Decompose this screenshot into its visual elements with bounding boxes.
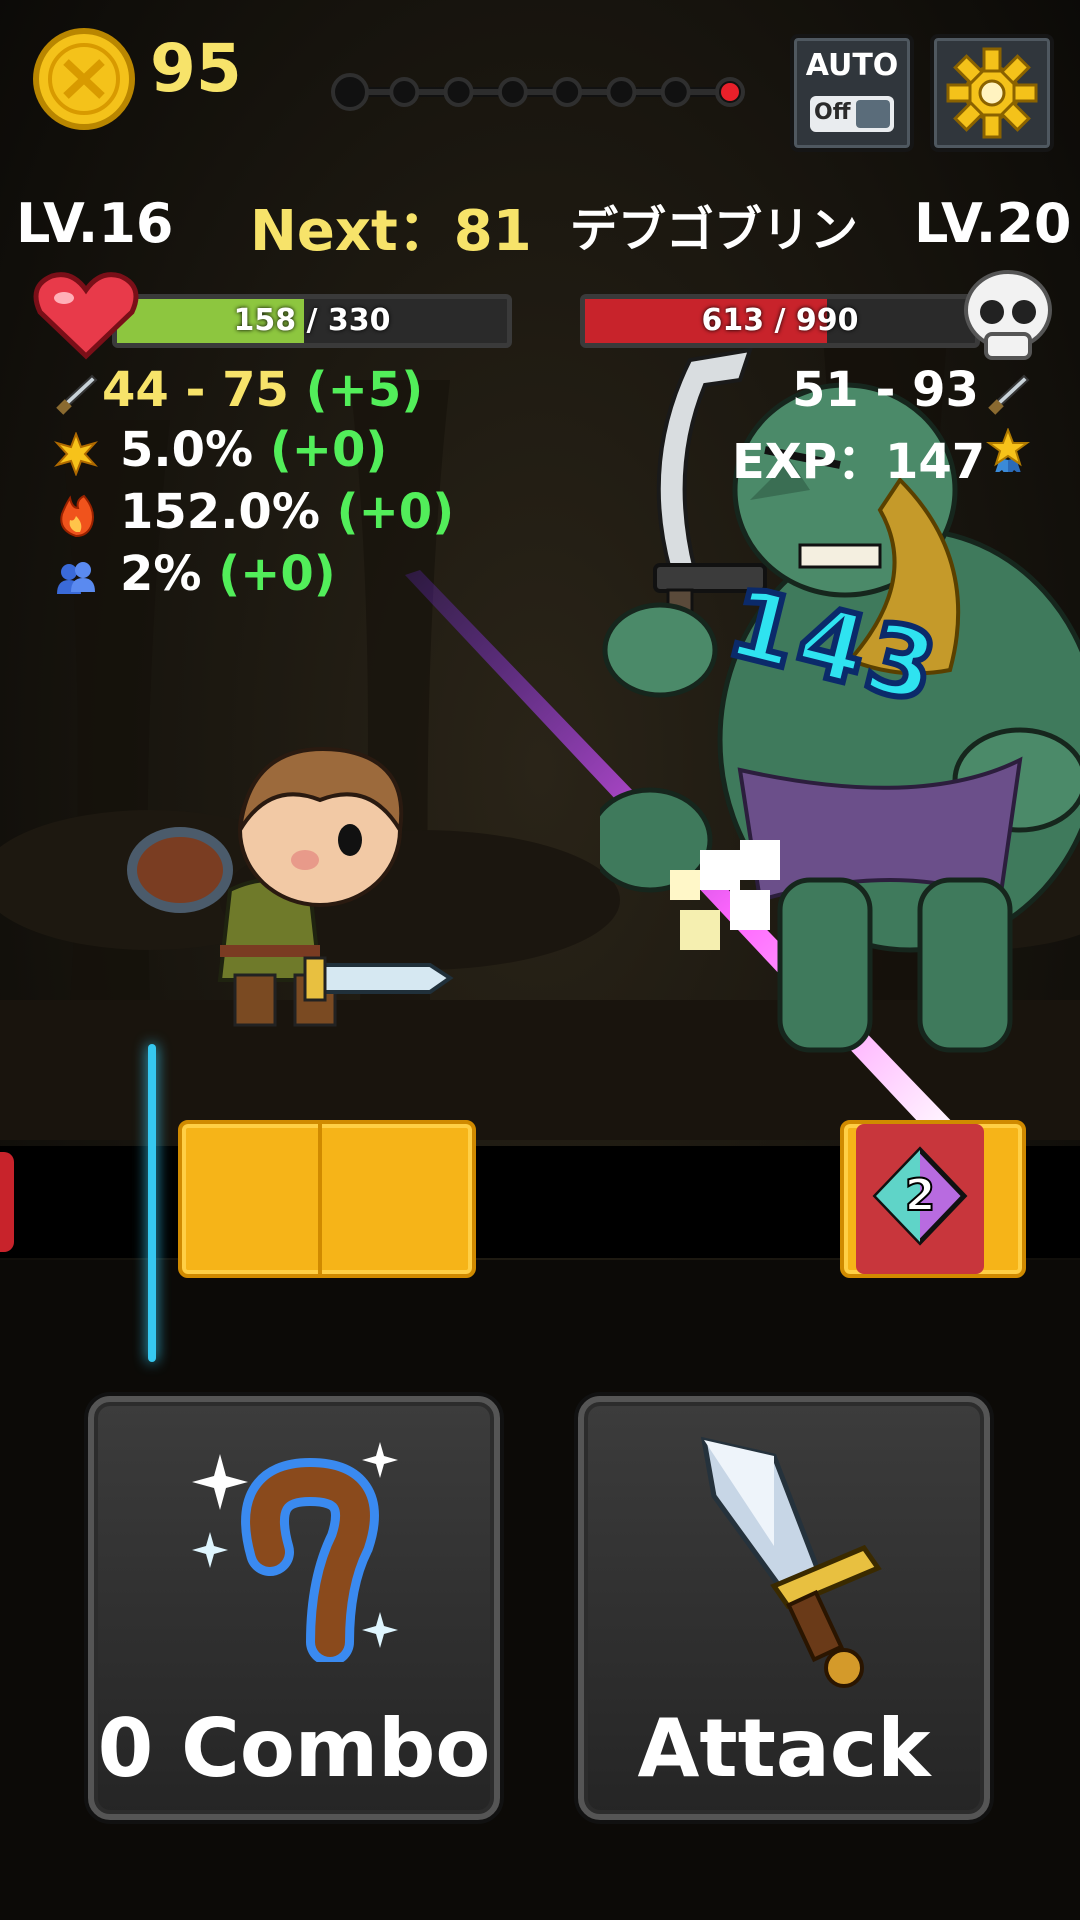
party-icon <box>57 562 95 594</box>
combo-label: 0 Combo <box>97 1702 491 1795</box>
stage-dot <box>606 77 637 107</box>
crit-damage: 152.0% <box>120 484 320 540</box>
battle-screen: 143 95 AUTO Off LV.16 Next：81 デブゴブリン LV.… <box>0 0 1080 1920</box>
crit-damage-stat: 152.0% (+0) <box>120 484 454 540</box>
auto-toggle[interactable]: Off <box>810 96 894 132</box>
stage-progress <box>331 73 745 111</box>
player-hp-text: 158 / 330 <box>233 303 391 338</box>
coin-count: 95 <box>150 30 242 107</box>
timing-cursor <box>148 1044 156 1362</box>
enemy-name: デブゴブリン <box>570 202 859 258</box>
combo-whip-icon <box>192 1442 398 1662</box>
stage-dot <box>389 77 420 107</box>
stage-dot <box>552 77 583 107</box>
critical-icon <box>54 432 98 476</box>
auto-button[interactable]: AUTO Off <box>790 34 914 152</box>
critical-rate: 5.0% <box>120 422 254 478</box>
skull-icon <box>964 270 1052 360</box>
critical-bonus: (+0) <box>269 422 388 478</box>
stage-dot <box>497 77 528 107</box>
hero-character[interactable] <box>120 720 460 1040</box>
toggle-knob <box>856 100 890 128</box>
gear-icon <box>946 47 1038 139</box>
auto-label: AUTO <box>805 48 899 83</box>
exp-star-icon <box>986 428 1030 472</box>
player-level: LV.16 <box>16 192 174 255</box>
block-divider <box>318 1124 322 1274</box>
party-stat: 2% (+0) <box>120 546 336 602</box>
party-bonus: (+0) <box>218 546 336 602</box>
enemy-attack: 51 - 93 <box>792 362 979 418</box>
enemy-level: LV.20 <box>914 192 1072 255</box>
next-exp: Next：81 <box>250 199 532 264</box>
enemy-hp-text: 613 / 990 <box>701 303 859 338</box>
critical-rate-stat: 5.0% (+0) <box>120 422 387 478</box>
current-stage-dot <box>721 83 739 101</box>
attack-label: Attack <box>637 1702 931 1795</box>
attack-button[interactable]: Attack <box>578 1396 990 1820</box>
enemy-hp-bar: 613 / 990 <box>580 294 980 348</box>
enemy-attack-stat: 51 - 93 <box>792 362 979 418</box>
party-value: 2% <box>120 546 202 602</box>
player-hp-bar: 158 / 330 <box>112 294 512 348</box>
enemy-exp-stat: EXP：147 <box>732 422 985 492</box>
hit-spark <box>670 840 780 950</box>
fire-icon <box>60 494 94 538</box>
crit-damage-bonus: (+0) <box>336 484 455 540</box>
stage-dot <box>660 77 691 107</box>
combo-button[interactable]: 0 Combo <box>88 1396 500 1820</box>
sword-stat-icon <box>56 374 98 415</box>
attack-range: 44 - 75 <box>102 362 289 418</box>
coin-icon <box>33 28 135 130</box>
skill-badge-count: 2 <box>904 1169 937 1222</box>
auto-state: Off <box>814 100 851 125</box>
enemy-exp: EXP：147 <box>732 434 986 490</box>
attack-block-large <box>178 1120 476 1278</box>
sword-icon <box>700 1436 882 1688</box>
heart-icon <box>33 272 139 360</box>
lane-left-marker <box>0 1152 14 1252</box>
stage-dot <box>331 73 369 111</box>
enemy-sword-icon <box>988 374 1030 415</box>
settings-button[interactable] <box>930 34 1054 152</box>
stage-dot <box>443 77 474 107</box>
attack-bonus: (+5) <box>305 362 424 418</box>
attack-range-stat: 44 - 75 (+5) <box>102 362 423 418</box>
